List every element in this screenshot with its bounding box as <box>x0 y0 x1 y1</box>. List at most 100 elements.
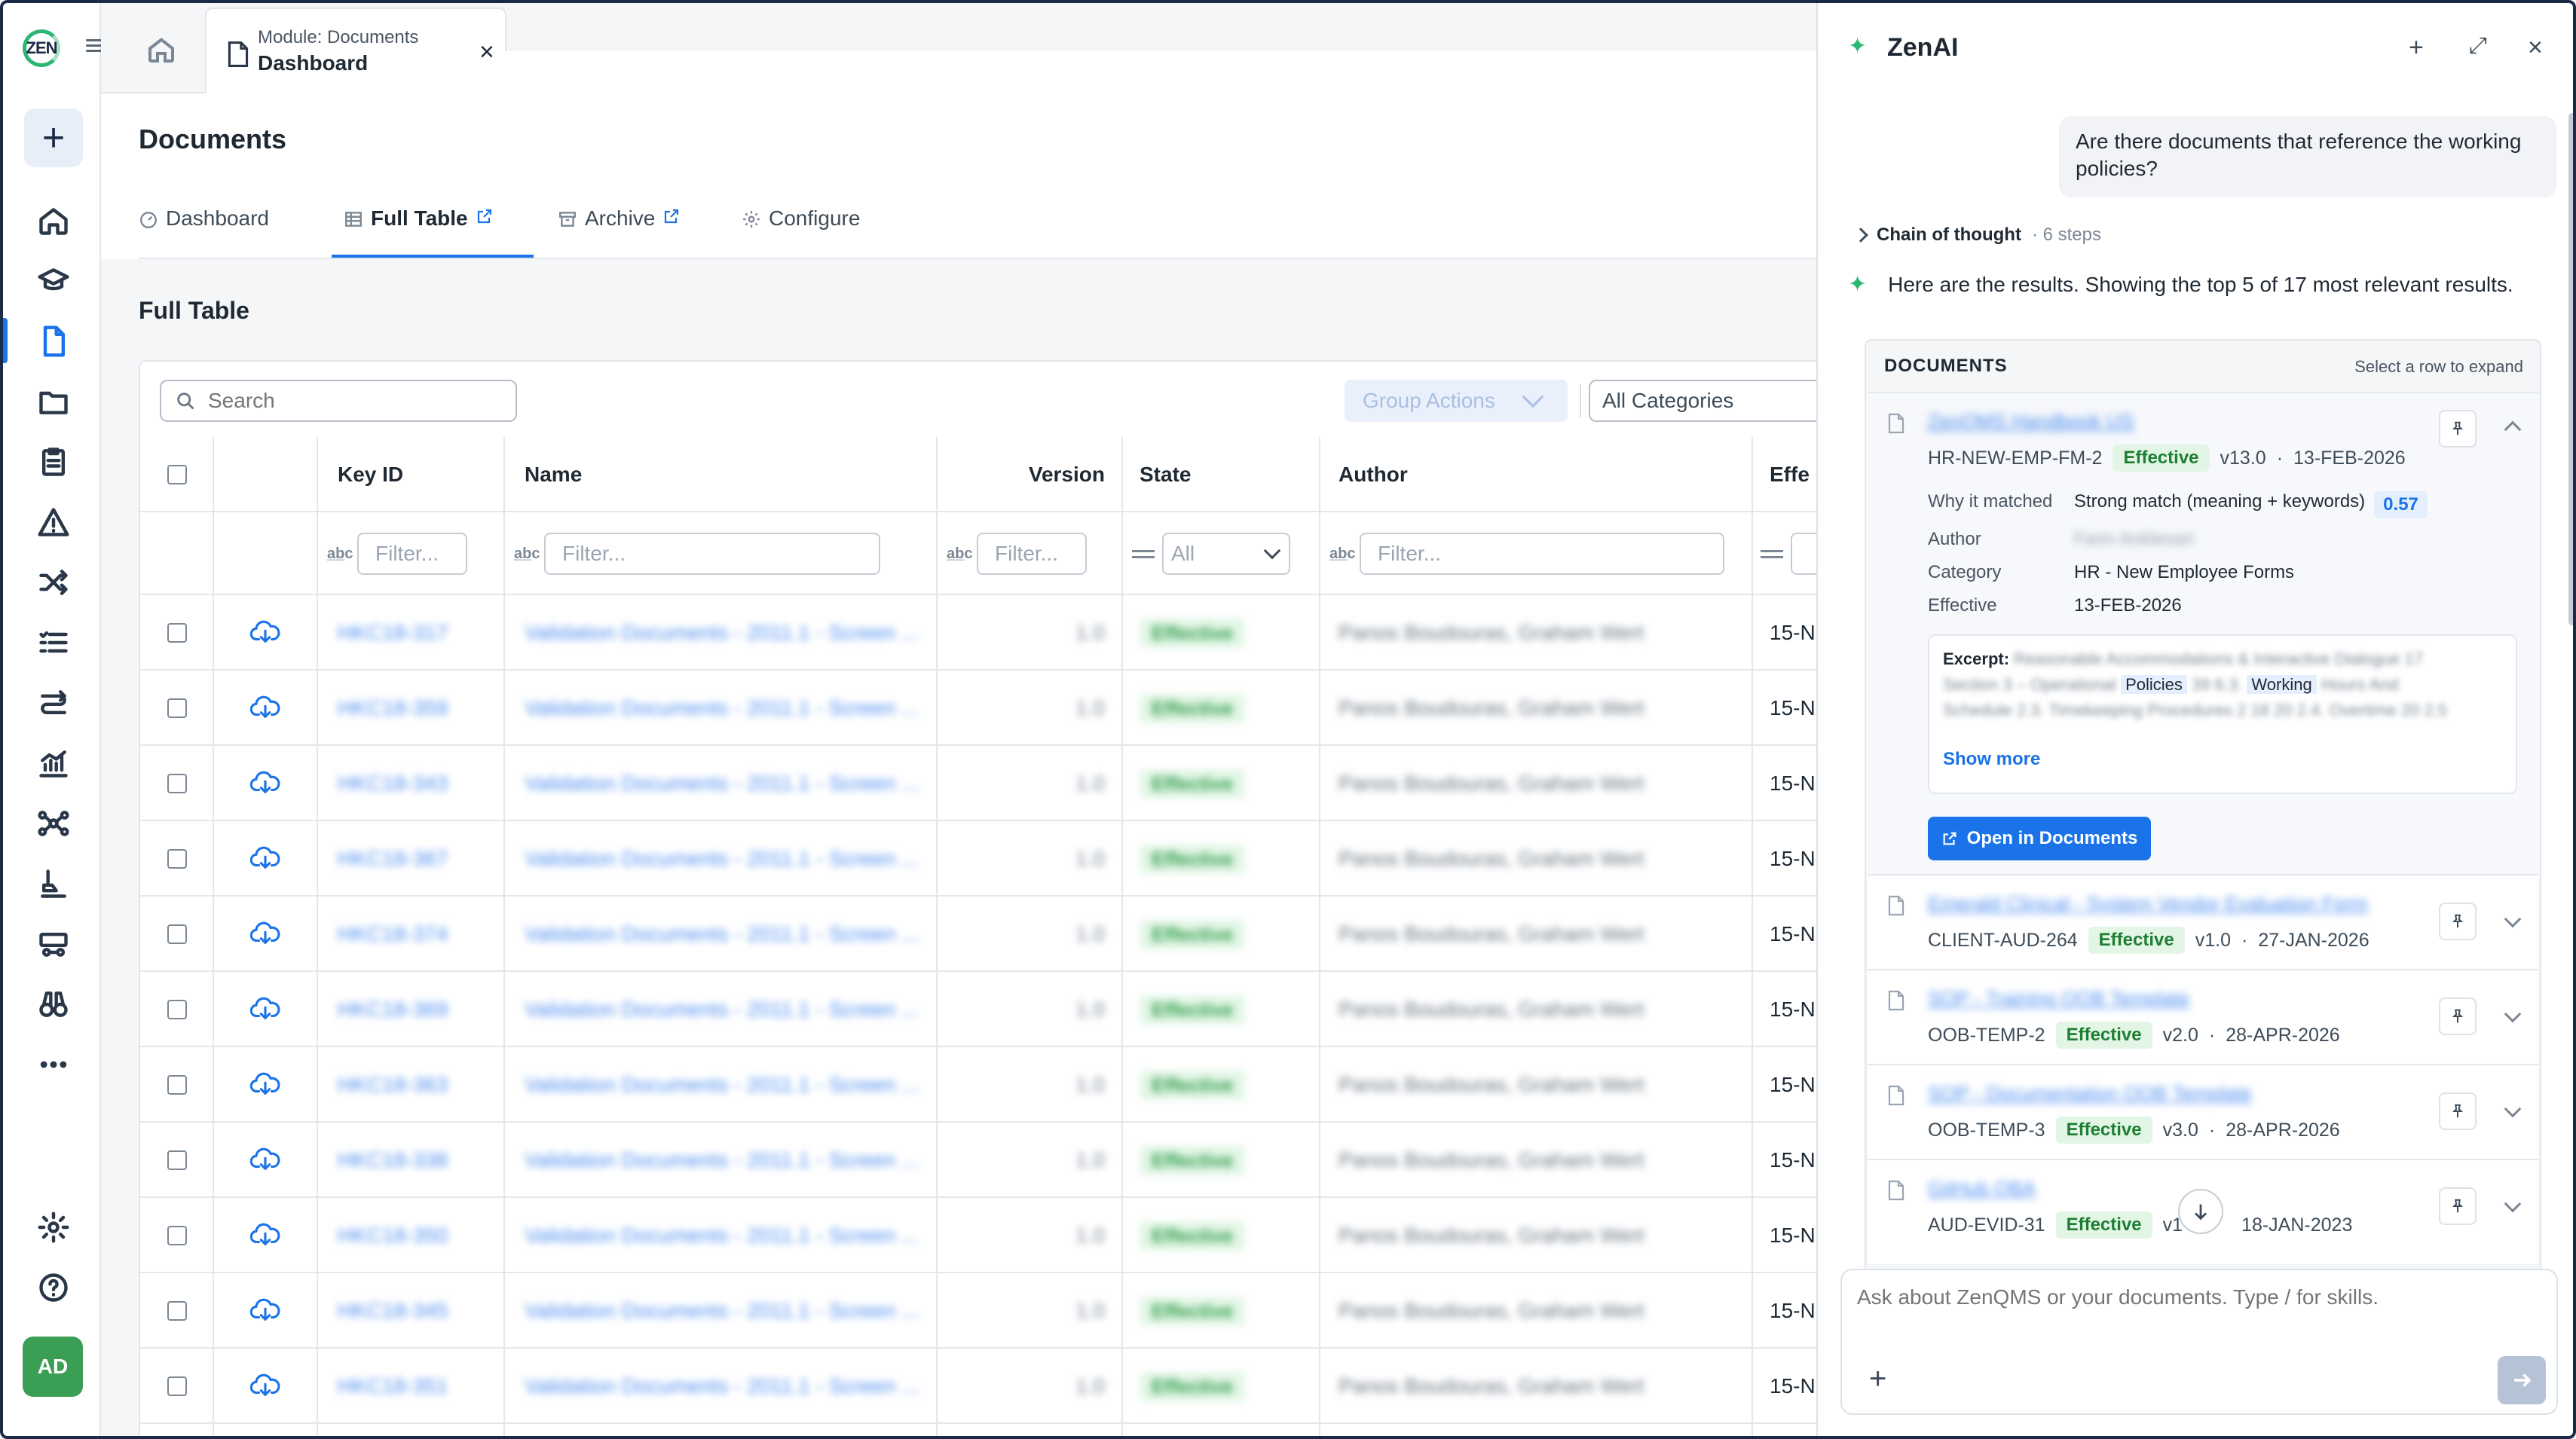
download-icon[interactable] <box>250 1047 280 1123</box>
key-id-filter-input[interactable]: Filter... <box>357 533 467 575</box>
result-item[interactable]: Emerald Clinical - System Vendor Evaluat… <box>1868 874 2538 969</box>
pin-button[interactable] <box>2439 1187 2477 1225</box>
row-checkbox[interactable] <box>167 671 187 746</box>
chevron-down-icon[interactable] <box>2504 1100 2522 1118</box>
audit-icon[interactable] <box>33 863 74 904</box>
list-icon[interactable] <box>33 622 74 663</box>
row-key-id-link[interactable]: HKC18-359 <box>338 671 448 746</box>
row-name-link[interactable]: Validation Documents - 2011.1 - Screen .… <box>525 821 919 897</box>
checklist-icon[interactable] <box>33 441 74 482</box>
row-name-link[interactable]: Validation Documents - 2011.1 - Screen .… <box>525 1123 919 1198</box>
zen-logo[interactable]: ZEN <box>23 29 68 67</box>
col-header-name[interactable]: Name <box>525 437 582 512</box>
row-key-id-link[interactable]: HKC18-363 <box>338 1047 448 1123</box>
result-title-link[interactable]: SOP - Training OOB Template <box>1928 987 2189 1010</box>
panel-scrollbar[interactable] <box>2568 113 2573 625</box>
name-filter-input[interactable]: Filter... <box>544 533 880 575</box>
attach-plus-icon[interactable]: + <box>1869 1362 1886 1396</box>
tab-archive[interactable]: Archive <box>558 206 681 259</box>
row-checkbox[interactable] <box>167 1047 187 1123</box>
category-select[interactable]: All Categories <box>1589 380 1825 422</box>
more-icon[interactable] <box>33 1044 74 1085</box>
workflow-icon[interactable] <box>33 683 74 723</box>
chevron-up-icon[interactable] <box>2504 420 2522 438</box>
version-filter-input[interactable]: Filter... <box>977 533 1087 575</box>
download-icon[interactable] <box>250 746 280 821</box>
chevron-down-icon[interactable] <box>2504 1005 2522 1023</box>
row-name-link[interactable]: Validation Documents - 2011.1 - Screen .… <box>525 972 919 1047</box>
row-checkbox[interactable] <box>167 595 187 671</box>
result-title-link[interactable]: ZenQMS Handbook US <box>1928 410 2134 433</box>
chevron-down-icon[interactable] <box>2504 1195 2522 1213</box>
show-more-link[interactable]: Show more <box>1943 749 2040 770</box>
row-checkbox[interactable] <box>167 897 187 972</box>
home-icon[interactable] <box>33 200 74 241</box>
pin-button[interactable] <box>2439 998 2477 1035</box>
row-name-link[interactable]: Validation Documents - 2011.1 - Screen .… <box>525 671 919 746</box>
row-name-link[interactable]: Validation Documents - 2011.1 - Screen .… <box>525 1047 919 1123</box>
open-in-documents-button[interactable]: Open in Documents <box>1928 817 2151 860</box>
tab-dashboard[interactable]: Dashboard <box>139 206 269 259</box>
row-checkbox[interactable] <box>167 746 187 821</box>
download-icon[interactable] <box>250 671 280 746</box>
row-checkbox[interactable] <box>167 821 187 897</box>
pin-button[interactable] <box>2439 903 2477 940</box>
warning-icon[interactable] <box>33 502 74 542</box>
network-icon[interactable] <box>33 803 74 844</box>
send-button[interactable] <box>2498 1356 2546 1404</box>
chevron-down-icon[interactable] <box>2504 910 2522 928</box>
author-filter-input[interactable]: Filter... <box>1360 533 1724 575</box>
result-item[interactable]: SOP - Training OOB Template OOB-TEMP-2 E… <box>1868 969 2538 1064</box>
pin-button[interactable] <box>2439 1092 2477 1130</box>
row-name-link[interactable]: Validation Documents - 2011.1 - Screen .… <box>525 1273 919 1349</box>
search-box[interactable] <box>160 380 517 422</box>
row-checkbox[interactable] <box>167 1349 187 1424</box>
row-checkbox[interactable] <box>167 1273 187 1349</box>
row-name-link[interactable]: Validation Documents - 2011.1 - Screen .… <box>525 1198 919 1273</box>
search-input[interactable] <box>208 389 494 413</box>
group-actions-button[interactable]: Group Actions <box>1345 380 1568 422</box>
avatar[interactable]: AD <box>23 1337 83 1397</box>
close-icon[interactable]: × <box>2528 33 2543 63</box>
col-header-author[interactable]: Author <box>1338 437 1408 512</box>
shuffle-icon[interactable] <box>33 562 74 603</box>
folder-icon[interactable] <box>33 381 74 422</box>
download-icon[interactable] <box>250 1349 280 1424</box>
col-header-state[interactable]: State <box>1140 437 1191 512</box>
create-button[interactable]: + <box>24 108 83 167</box>
help-icon[interactable] <box>33 1267 74 1308</box>
documents-icon[interactable] <box>33 321 74 362</box>
col-header-effective[interactable]: Effe <box>1770 437 1810 512</box>
download-icon[interactable] <box>250 1198 280 1273</box>
row-name-link[interactable]: Validation Documents - 2011.1 - Screen .… <box>525 746 919 821</box>
download-icon[interactable] <box>250 821 280 897</box>
download-icon[interactable] <box>250 1273 280 1349</box>
expand-icon[interactable]: ⤢ <box>2469 33 2487 59</box>
chat-input[interactable] <box>1857 1285 2535 1331</box>
result-title-link[interactable]: SOP - Documentation OOB Template <box>1928 1082 2252 1105</box>
download-icon[interactable] <box>250 972 280 1047</box>
result-title-link[interactable]: GitHub QBA <box>1928 1177 2036 1200</box>
row-name-link[interactable]: Validation Documents - 2011.1 - Screen .… <box>525 1349 919 1424</box>
download-icon[interactable] <box>250 1123 280 1198</box>
row-key-id-link[interactable]: HKC18-317 <box>338 595 448 671</box>
training-icon[interactable] <box>33 261 74 301</box>
row-key-id-link[interactable]: HKC18-374 <box>338 897 448 972</box>
binoculars-icon[interactable] <box>33 984 74 1025</box>
row-key-id-link[interactable]: HKC18-367 <box>338 821 448 897</box>
row-name-link[interactable]: Validation Documents - 2011.1 - Screen .… <box>525 897 919 972</box>
row-key-id-link[interactable]: HKC18-343 <box>338 746 448 821</box>
row-key-id-link[interactable]: HKC18-369 <box>338 972 448 1047</box>
chart-icon[interactable] <box>33 743 74 784</box>
suppliers-icon[interactable] <box>33 924 74 964</box>
row-name-link[interactable]: Validation Documents - 2011.1 - Screen .… <box>525 595 919 671</box>
row-checkbox[interactable] <box>167 1123 187 1198</box>
result-item[interactable]: SOP - Documentation OOB Template OOB-TEM… <box>1868 1064 2538 1159</box>
row-key-id-link[interactable]: HKC18-345 <box>338 1273 448 1349</box>
new-chat-icon[interactable]: + <box>2409 33 2424 63</box>
col-header-key-id[interactable]: Key ID <box>338 437 403 512</box>
select-all-checkbox[interactable] <box>167 437 187 512</box>
tab-configure[interactable]: Configure <box>742 206 860 259</box>
home-tab-icon[interactable] <box>140 29 182 71</box>
row-checkbox[interactable] <box>167 972 187 1047</box>
